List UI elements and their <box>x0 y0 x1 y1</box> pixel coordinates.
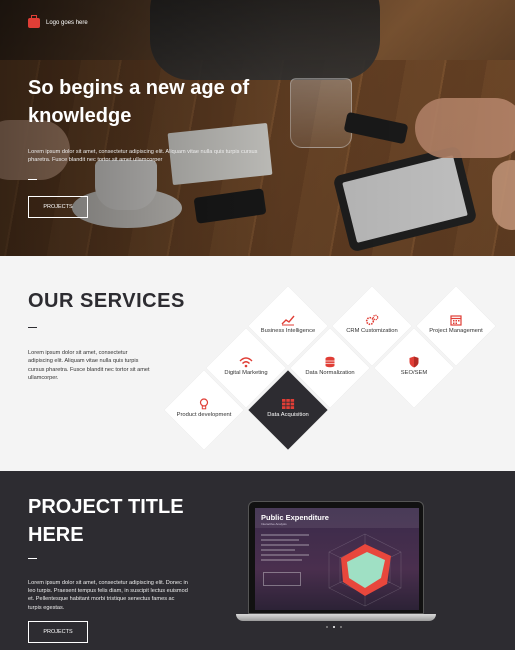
hero-section: Logo goes here So begins a new age of kn… <box>0 0 515 256</box>
project-section: PROJECT TITLE HERE Lorem ipsum dolor sit… <box>0 471 515 650</box>
briefcase-icon <box>28 15 40 28</box>
logo-text: Logo goes here <box>46 20 88 26</box>
wifi-icon <box>206 356 286 368</box>
chart-icon <box>248 314 328 326</box>
project-title: PROJECT TITLE HERE <box>28 496 184 546</box>
hero-divider <box>28 179 37 180</box>
grid-icon <box>248 398 328 410</box>
hero-title: So begins a new age of knowledge <box>28 77 250 127</box>
service-label: Data Acquisition <box>267 412 309 418</box>
project-projects-button[interactable]: PROJECTS <box>28 621 88 643</box>
services-title: OUR SERVICES <box>28 290 185 312</box>
laptop-mockup: Public Expenditure Interactive Analysis <box>236 501 436 621</box>
hero-projects-button[interactable]: PROJECTS <box>28 196 88 218</box>
screen-text-lines <box>261 534 309 564</box>
screen-title: Public Expenditure <box>261 513 329 522</box>
project-body: Lorem ipsum dolor sit amet, consectetur … <box>28 580 188 611</box>
service-data-acquisition[interactable]: Data Acquisition <box>248 370 328 450</box>
service-seo-sem[interactable]: SEO/SEM <box>374 328 454 408</box>
services-divider <box>28 327 37 328</box>
service-product-development[interactable]: Product development <box>164 370 244 450</box>
screen-subtitle: Interactive Analysis <box>261 522 287 526</box>
carousel-dots[interactable] <box>326 626 342 628</box>
carousel-dot-active[interactable] <box>333 626 335 628</box>
laptop-base <box>236 614 436 621</box>
service-label: SEO/SEM <box>400 370 428 376</box>
services-section: OUR SERVICES Lorem ipsum dolor sit amet,… <box>0 256 515 471</box>
laptop-screen: Public Expenditure Interactive Analysis <box>255 508 419 610</box>
service-label: Product development <box>176 412 232 418</box>
screen-legend-box <box>263 572 301 586</box>
services-body: Lorem ipsum dolor sit amet, consectetur … <box>28 350 150 381</box>
carousel-dot[interactable] <box>340 626 342 628</box>
lightbulb-icon <box>164 398 244 410</box>
gears-icon <box>332 314 412 326</box>
calendar-icon <box>416 314 496 326</box>
logo[interactable]: Logo goes here <box>28 15 88 28</box>
radar-chart <box>328 533 402 607</box>
shield-icon <box>374 356 454 368</box>
carousel-dot[interactable] <box>326 626 328 628</box>
hero-body: Lorem ipsum dolor sit amet, consectetur … <box>28 149 258 163</box>
project-divider <box>28 558 37 559</box>
database-icon <box>290 356 370 368</box>
